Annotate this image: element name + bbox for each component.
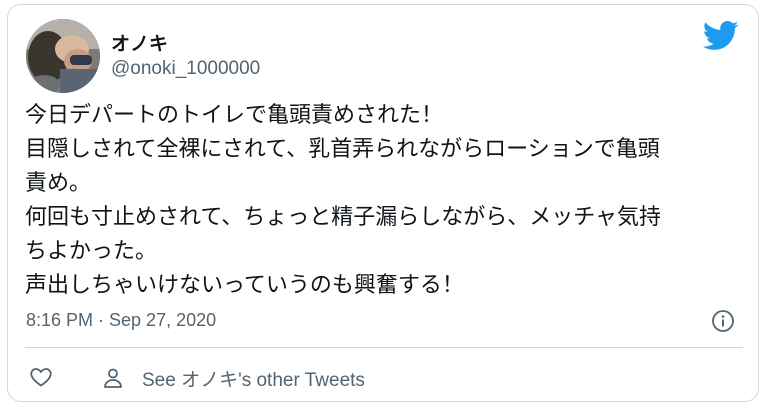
person-icon <box>104 368 122 388</box>
tweet-text-line: 何回も寸止めされて、ちょっと精子漏らしながら、メッチャ気持 <box>25 205 662 230</box>
author-handle[interactable]: @onoki_1000000 <box>111 58 260 80</box>
tweet-text-line: 今日デパートのトイレで亀頭責めされた！ <box>25 103 444 128</box>
tweet-text-line: ちよかった。 <box>25 239 158 264</box>
tweet-text: 今日デパートのトイレで亀頭責めされた！ 目隠しされて全裸にされて、乳首弄られなが… <box>25 99 745 303</box>
see-other-tweets-label: See オノキ's other Tweets <box>142 369 365 391</box>
avatar-image <box>26 19 100 93</box>
tweet-text-line: 目隠しされて全裸にされて、乳首弄られながらローションで亀頭 <box>25 137 660 162</box>
tweet-timestamp[interactable]: 8:16 PM · Sep 27, 2020 <box>26 310 216 331</box>
info-icon[interactable] <box>711 309 735 333</box>
embedded-tweet-card: オノキ @onoki_1000000 今日デパートのトイレで亀頭責めされた！ 目… <box>7 4 759 402</box>
heart-icon[interactable] <box>29 365 53 389</box>
see-other-tweets-button[interactable]: See オノキ's other Tweets <box>101 363 365 393</box>
tweet-text-line: 声出しちゃいけないっていうのも興奮する！ <box>25 273 464 298</box>
avatar[interactable] <box>26 19 100 93</box>
divider <box>25 347 743 348</box>
author-name[interactable]: オノキ <box>111 29 168 56</box>
tweet-text-line: 責め。 <box>25 171 92 196</box>
twitter-bird-icon[interactable] <box>703 21 739 51</box>
